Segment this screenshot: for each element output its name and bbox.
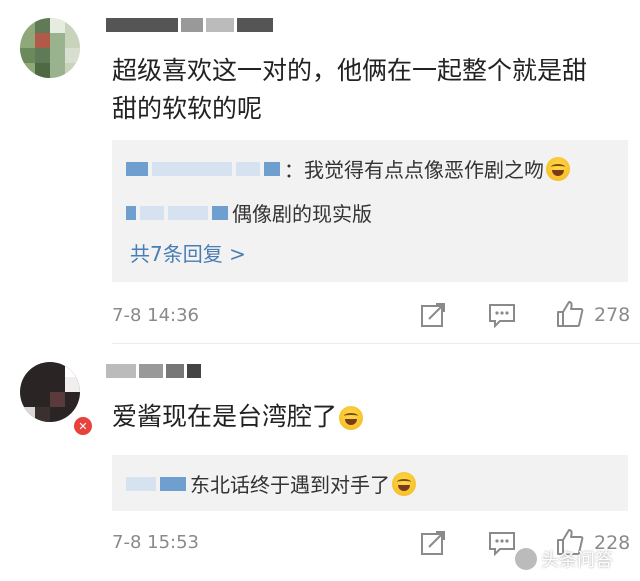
comment-text: 爱酱现在是台湾腔了 (112, 398, 364, 436)
divider (112, 343, 640, 344)
avatar-pixel (50, 18, 65, 33)
like-count: 278 (594, 304, 631, 326)
reply-box[interactable]: ：我觉得有点点像恶作剧之吻 偶像剧的现实版 共7条回复 > (112, 140, 628, 282)
avatar-pixel (20, 407, 35, 422)
laughing-crying-emoji-icon (339, 406, 364, 430)
reply-text: ：我觉得有点点像恶作剧之吻 (284, 158, 544, 182)
reply-box[interactable]: 东北话终于遇到对手了 (112, 455, 628, 511)
comment-time: 7-8 15:53 (112, 532, 199, 553)
avatar-pixel (35, 33, 50, 48)
username-masked[interactable] (106, 18, 276, 32)
laughing-crying-emoji-icon (546, 156, 570, 181)
comment-icon[interactable] (488, 303, 516, 329)
share-icon[interactable] (420, 530, 446, 556)
avatar-pixel (35, 63, 50, 78)
reply-item[interactable]: 东北话终于遇到对手了 (126, 469, 416, 498)
avatar[interactable] (20, 18, 80, 78)
avatar-pixel (35, 407, 50, 422)
toutiao-logo-icon (515, 548, 537, 570)
laughing-crying-emoji-icon (392, 471, 416, 496)
avatar-pixel (65, 362, 80, 377)
like-icon[interactable] (556, 300, 584, 328)
avatar-pixel (50, 392, 65, 407)
username-masked[interactable] (106, 364, 204, 378)
comment-text: 超级喜欢这一对的，他俩在一起整个就是甜 甜的软软的呢 (112, 52, 587, 128)
reply-item[interactable]: ：我觉得有点点像恶作剧之吻 (126, 154, 570, 183)
reply-text: 偶像剧的现实版 (232, 202, 372, 226)
watermark-text: 头条问答 (541, 550, 613, 571)
reply-item[interactable]: 偶像剧的现实版 (126, 198, 372, 227)
comment-text-line-2: 甜的软软的呢 (112, 94, 263, 123)
comment-text-content: 爱酱现在是台湾腔了 (112, 402, 338, 431)
avatar-pixel (20, 48, 35, 63)
comment-icon[interactable] (488, 531, 516, 557)
watermark: 头条问答 (515, 546, 613, 572)
avatar[interactable] (20, 362, 80, 422)
comment-text-line-1: 超级喜欢这一对的，他俩在一起整个就是甜 (112, 56, 588, 85)
avatar-pixel (65, 48, 80, 63)
more-replies-link[interactable]: 共7条回复 > (130, 238, 246, 267)
verified-badge-icon: ✕ (72, 415, 94, 437)
share-icon[interactable] (420, 302, 446, 328)
comment-time: 7-8 14:36 (112, 305, 199, 326)
avatar-pixel (65, 377, 80, 392)
reply-text: 东北话终于遇到对手了 (190, 473, 390, 497)
